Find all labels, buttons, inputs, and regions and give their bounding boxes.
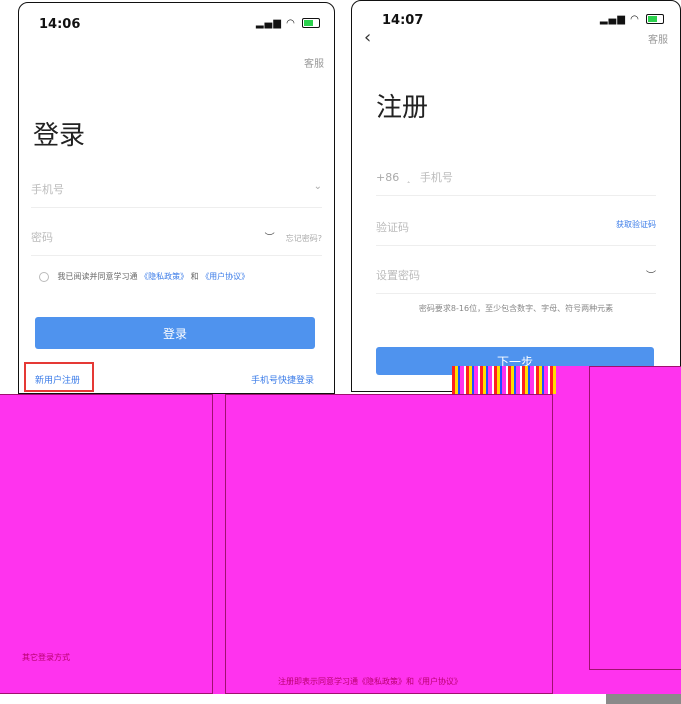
password-field[interactable]: 密码 ︶ 忘记密码? (31, 217, 322, 256)
password-input[interactable]: 设置密码 (376, 267, 420, 283)
customer-service-link[interactable]: 客服 (304, 55, 324, 70)
signal-icon: ▂▄▆ (599, 14, 626, 25)
other-login-methods[interactable]: 其它登录方式 (22, 652, 70, 663)
page-title: 登录 (33, 121, 86, 151)
signal-icon: ▂▄▆ (255, 18, 282, 29)
ghost-frame-right (589, 366, 681, 670)
password-hint: 密码要求8-16位，至少包含数字、字母、符号两种元素 (418, 304, 614, 313)
phone-field[interactable]: 手机号 ⌄ (31, 169, 322, 208)
chevron-down-icon[interactable]: ⌄ (314, 181, 322, 192)
wifi-icon: ◠ (286, 18, 296, 29)
eye-closed-icon[interactable]: ︶ (265, 233, 275, 244)
status-icons: ▂▄▆ ◠ (600, 14, 664, 25)
phone-field[interactable]: +86 ˰ 手机号 (376, 157, 656, 196)
agreement-prefix: 我已阅读并同意学习通 (57, 272, 138, 281)
user-agreement-link[interactable]: 《用户协议》 (201, 272, 249, 281)
code-field[interactable]: 验证码 获取验证码 (376, 207, 656, 246)
status-icons: ▂▄▆ ◠ (256, 18, 320, 29)
chevron-down-icon[interactable]: ˰ (407, 171, 411, 184)
phone-quick-login-link[interactable]: 手机号快捷登录 (251, 373, 314, 386)
back-arrow-icon[interactable]: ‹ (364, 27, 371, 48)
phone-input[interactable]: 手机号 (420, 171, 453, 184)
forgot-password-link[interactable]: 忘记密码? (286, 234, 322, 243)
ghost-frame-middle (225, 394, 553, 694)
phone-row: +86 ˰ 手机号 (376, 169, 453, 185)
agreement-checkbox[interactable] (39, 271, 49, 282)
country-code-select[interactable]: +86 (376, 171, 399, 184)
password-input[interactable]: 密码 (31, 229, 53, 245)
login-screen: 14:06 ▂▄▆ ◠ 客服 登录 手机号 ⌄ 密码 ︶ 忘记密码? 我已阅读并… (18, 2, 335, 394)
agreement-row: 我已阅读并同意学习通 《隐私政策》 和 《用户协议》 (39, 271, 249, 282)
ghost-frame-left (0, 394, 213, 694)
password-right: ︶ 忘记密码? (265, 229, 322, 244)
wifi-icon: ◠ (630, 14, 640, 25)
eye-closed-icon[interactable]: ︶ (646, 267, 656, 282)
get-code-link[interactable]: 获取验证码 (616, 219, 656, 230)
battery-icon (646, 14, 664, 24)
phone-input[interactable]: 手机号 (31, 181, 64, 197)
gray-strip (606, 694, 681, 704)
page-title: 注册 (376, 93, 429, 123)
agreement-and: 和 (190, 272, 199, 281)
login-button[interactable]: 登录 (35, 317, 315, 349)
battery-icon (302, 18, 320, 28)
customer-service-link[interactable]: 客服 (648, 31, 668, 46)
corruption-noise (452, 366, 556, 394)
register-screen: 14:07 ▂▄▆ ◠ ‹ 客服 注册 +86 ˰ 手机号 验证码 获取验证码 … (351, 0, 681, 392)
register-agreement-footer: 注册即表示同意学习通《隐私政策》和《用户协议》 (278, 677, 462, 686)
status-time: 14:07 (382, 13, 424, 28)
status-time: 14:06 (39, 17, 81, 32)
code-input[interactable]: 验证码 (376, 219, 409, 235)
password-field[interactable]: 设置密码 ︶ (376, 255, 656, 294)
privacy-policy-link[interactable]: 《隐私政策》 (140, 272, 188, 281)
new-user-register-link[interactable]: 新用户注册 (35, 373, 80, 386)
